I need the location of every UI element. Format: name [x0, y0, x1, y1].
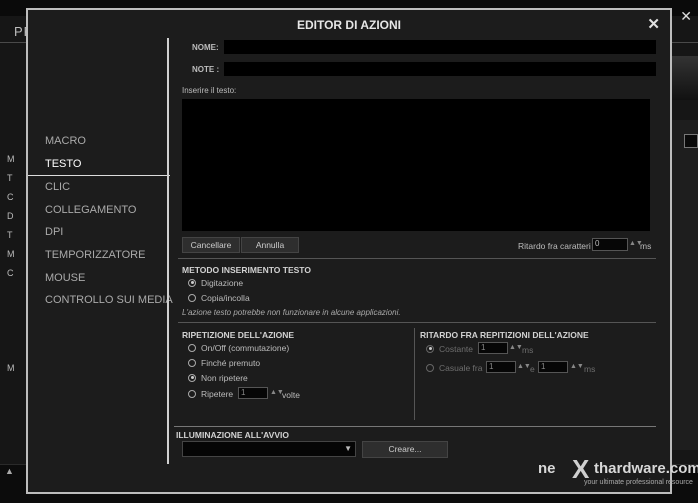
- background-letter: [7, 302, 15, 321]
- background-checkbox[interactable]: [684, 134, 698, 148]
- radio-icon: [188, 389, 196, 398]
- radio-copy-paste[interactable]: Copia/incolla: [188, 293, 250, 303]
- sidebar-item-mouse[interactable]: MOUSE: [28, 267, 168, 290]
- radio-toggle[interactable]: On/Off (commutazione): [188, 343, 289, 353]
- char-delay-input[interactable]: 0: [592, 238, 628, 251]
- repeat-count-input[interactable]: 1: [238, 387, 268, 399]
- sidebar-item-controllo-sui-media[interactable]: CONTROLLO SUI MEDIA: [28, 289, 173, 312]
- radio-icon: [188, 278, 196, 287]
- radio-constant[interactable]: Costante: [426, 344, 473, 354]
- random-min-stepper-icon[interactable]: ▲▼: [517, 363, 531, 370]
- cancel-button[interactable]: Cancellare: [182, 237, 240, 253]
- random-max-stepper-icon[interactable]: ▲▼: [570, 363, 584, 370]
- background-letter: C: [7, 192, 14, 202]
- lighting-title: ILLUMINAZIONE ALL'AVVIO: [176, 430, 289, 440]
- repeat-title: RIPETIZIONE DELL'AZIONE: [182, 330, 295, 340]
- divider: [178, 258, 656, 259]
- radio-random[interactable]: Casuale fra: [426, 363, 482, 373]
- background-letter: M: [7, 249, 15, 259]
- divider: [178, 322, 656, 323]
- undo-button[interactable]: Annulla: [241, 237, 299, 253]
- background-letter: D: [7, 211, 14, 221]
- radio-constant-label: Costante: [439, 344, 474, 354]
- sidebar-item-clic[interactable]: CLIC: [28, 176, 168, 199]
- radio-random-label: Casuale fra: [439, 363, 483, 373]
- random-delay-unit: ms: [584, 364, 596, 374]
- radio-toggle-label: On/Off (commutazione): [201, 343, 290, 353]
- note-input[interactable]: [224, 62, 656, 76]
- radio-icon: [188, 343, 196, 352]
- radio-typing[interactable]: Digitazione: [188, 278, 243, 288]
- close-icon[interactable]: ✕: [647, 15, 660, 33]
- action-type-sidebar: MACRO TESTO CLIC COLLEGAMENTO DPI TEMPORIZZAT…: [28, 130, 173, 312]
- watermark-tagline: your ultimate professional resource: [584, 479, 693, 486]
- background-letter: [7, 321, 15, 340]
- random-separator: e: [530, 364, 535, 374]
- radio-typing-label: Digitazione: [201, 278, 244, 288]
- background-letter: [7, 340, 15, 359]
- divider: [174, 426, 656, 427]
- radio-icon: [188, 373, 196, 382]
- dialog-title: EDITOR DI AZIONI: [296, 18, 401, 32]
- background-right-panel: [672, 120, 698, 450]
- watermark-domain: thardware.com: [594, 460, 698, 477]
- radio-repeat-label: Ripetere: [201, 389, 234, 399]
- chevron-down-icon[interactable]: ▼: [344, 444, 352, 453]
- char-delay-unit: ms: [640, 241, 652, 251]
- radio-repeat[interactable]: Ripetere: [188, 389, 233, 399]
- background-up-arrow-icon[interactable]: ▲: [5, 466, 14, 476]
- background-close-icon[interactable]: ✕: [680, 8, 692, 25]
- radio-while-pressed-label: Finché premuto: [201, 358, 261, 368]
- background-left-letters: MTCDTMC M: [7, 150, 15, 378]
- random-min-input[interactable]: 1: [486, 361, 516, 373]
- background-letter: M: [7, 154, 15, 164]
- create-button[interactable]: Creare...: [362, 441, 448, 458]
- radio-no-repeat[interactable]: Non ripetere: [188, 373, 248, 383]
- constant-delay-unit: ms: [522, 345, 534, 355]
- text-input-area[interactable]: [182, 99, 650, 231]
- radio-icon: [188, 293, 196, 302]
- radio-icon: [426, 344, 434, 353]
- column-divider: [414, 328, 415, 420]
- watermark-logo: ne X thardware.com your ultimate profess…: [538, 440, 698, 502]
- name-label: NOME:: [192, 43, 219, 52]
- radio-copy-paste-label: Copia/incolla: [201, 293, 250, 303]
- text-area-label: Inserire il testo:: [182, 86, 237, 95]
- sidebar-item-macro[interactable]: MACRO: [28, 130, 168, 153]
- background-letter: M: [7, 363, 15, 373]
- sidebar-item-testo[interactable]: TESTO: [28, 153, 170, 177]
- radio-no-repeat-label: Non ripetere: [201, 373, 248, 383]
- char-delay-label: Ritardo fra caratteri: [518, 241, 591, 251]
- sidebar-item-dpi[interactable]: DPI: [28, 221, 168, 244]
- constant-delay-input[interactable]: 1: [478, 342, 508, 354]
- name-input[interactable]: [224, 40, 656, 54]
- lighting-select[interactable]: ▼: [182, 441, 356, 457]
- background-thumbnail: [672, 56, 698, 100]
- random-max-input[interactable]: 1: [538, 361, 568, 373]
- radio-icon: [188, 358, 196, 367]
- sidebar-item-temporizzatore[interactable]: TEMPORIZZATORE: [28, 244, 168, 267]
- background-letter: C: [7, 268, 14, 278]
- repeat-count-unit: volte: [282, 390, 300, 400]
- repeat-delay-title: RITARDO FRA REPITIZIONI DELL'AZIONE: [420, 330, 589, 340]
- input-method-note: L'azione testo potrebbe non funzionare i…: [182, 308, 401, 317]
- constant-delay-stepper-icon[interactable]: ▲▼: [509, 344, 523, 351]
- watermark-ne: ne: [538, 460, 556, 477]
- sidebar-divider: [167, 38, 169, 464]
- action-editor-dialog: EDITOR DI AZIONI ✕ MACRO TESTO CLIC COLLEGA…: [26, 8, 672, 494]
- input-method-title: METODO INSERIMENTO TESTO: [182, 265, 311, 275]
- sidebar-item-collegamento[interactable]: COLLEGAMENTO: [28, 199, 168, 222]
- background-letter: [7, 283, 15, 302]
- background-letter: T: [7, 230, 13, 240]
- radio-icon: [426, 363, 434, 372]
- note-label: NOTE :: [192, 65, 220, 74]
- radio-while-pressed[interactable]: Finché premuto: [188, 358, 260, 368]
- background-letter: T: [7, 173, 13, 183]
